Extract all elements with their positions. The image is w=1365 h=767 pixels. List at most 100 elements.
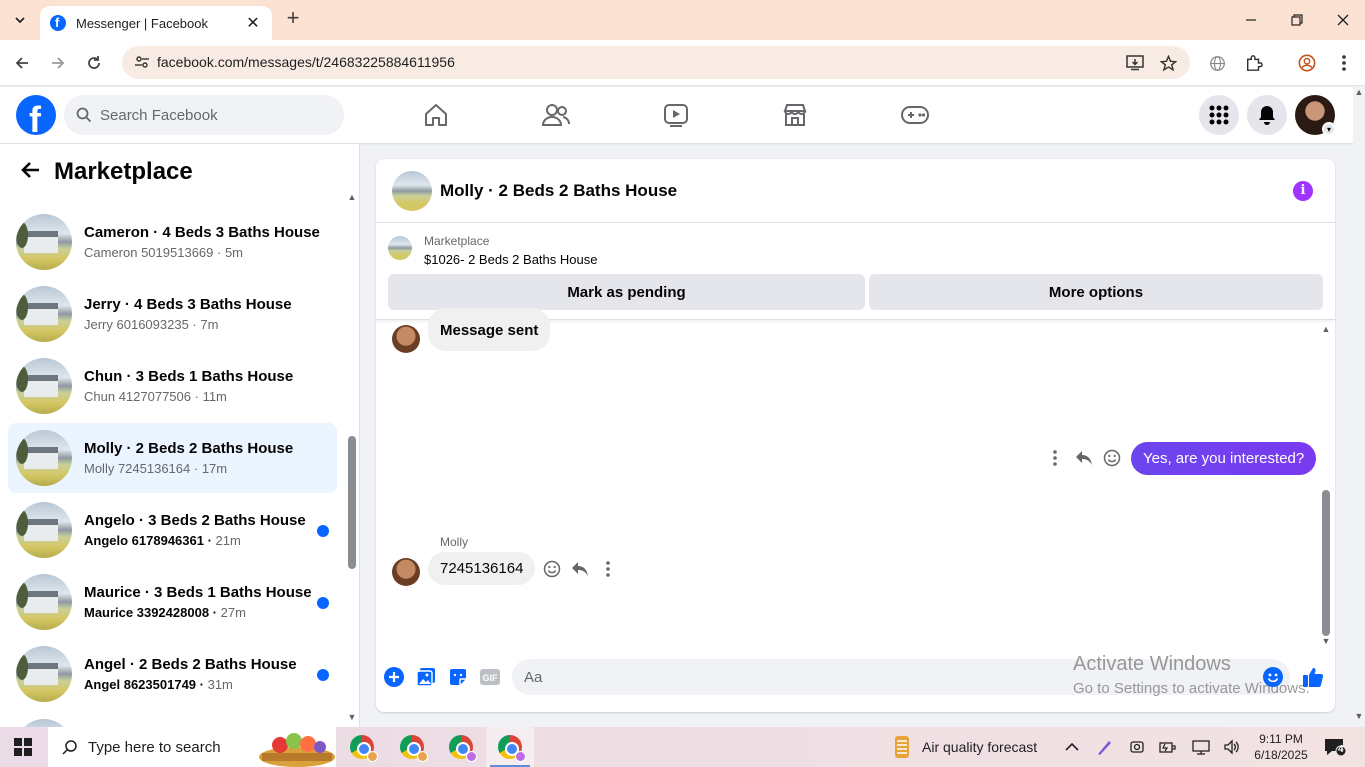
sidebar-scroll-thumb[interactable]: [348, 436, 356, 569]
conversation-item[interactable]: Cameron · 4 Beds 3 Baths House Cameron 5…: [8, 207, 337, 277]
incoming-message-bubble[interactable]: Message sent: [428, 308, 551, 351]
nav-friends[interactable]: [536, 99, 576, 131]
outgoing-message-bubble[interactable]: Yes, are you interested?: [1131, 442, 1317, 475]
sidebar-title: Marketplace: [54, 158, 193, 185]
attach-photo-icon[interactable]: [414, 665, 438, 689]
network-icon[interactable]: [1191, 737, 1211, 757]
minimize-button[interactable]: [1228, 0, 1274, 40]
new-tab-button[interactable]: +: [282, 7, 304, 30]
scroll-down-arrow-icon[interactable]: ▼: [1354, 711, 1364, 721]
more-options-button[interactable]: More options: [869, 274, 1323, 310]
back-arrow-icon[interactable]: [20, 159, 40, 185]
close-window-button[interactable]: [1320, 0, 1365, 40]
conversation-item[interactable]: Jerry · 4 Beds 3 Baths House Jerry 60160…: [8, 279, 337, 349]
browser-tab-messenger[interactable]: Messenger | Facebook ✕: [40, 6, 272, 40]
emoji-picker-icon[interactable]: [1261, 665, 1285, 689]
notification-center-button[interactable]: 4: [1324, 737, 1347, 757]
volume-icon[interactable]: [1222, 737, 1242, 757]
air-quality-text[interactable]: Air quality forecast: [922, 739, 1037, 755]
reply-icon[interactable]: [569, 558, 591, 580]
react-emoji-icon[interactable]: [1101, 447, 1123, 469]
power-plug-icon[interactable]: [1158, 737, 1178, 757]
message-composer: GIF Activate Windows Go to Settings to a…: [376, 653, 1335, 712]
scroll-up-arrow-icon[interactable]: ▲: [1321, 324, 1331, 334]
camera-icon[interactable]: [1127, 737, 1147, 757]
chat-listing-thumbnail[interactable]: [392, 170, 432, 211]
conversation-item-unread[interactable]: Maurice · 3 Beds 1 Baths House Maurice 3…: [8, 567, 337, 637]
pen-icon[interactable]: [1095, 737, 1115, 757]
taskbar-chrome-app-active[interactable]: [486, 727, 534, 767]
conversation-name: Chun · 3 Beds 1 Baths House: [84, 368, 294, 385]
account-chevron-down-icon[interactable]: ▾: [1322, 122, 1336, 136]
scroll-up-arrow-icon[interactable]: ▲: [347, 192, 357, 202]
reload-button[interactable]: [82, 51, 106, 75]
more-actions-plus-icon[interactable]: [382, 665, 406, 689]
back-button[interactable]: [10, 51, 34, 75]
menu-button[interactable]: [1199, 95, 1239, 135]
bookmark-star-icon[interactable]: [1158, 53, 1178, 73]
taskbar-chrome-app[interactable]: [388, 727, 436, 767]
taskbar-clock[interactable]: 9:11 PM 6/18/2025: [1248, 731, 1314, 763]
mark-as-pending-button[interactable]: Mark as pending: [388, 274, 865, 310]
message-input[interactable]: [512, 659, 1290, 695]
nav-video[interactable]: [656, 99, 696, 131]
close-tab-icon[interactable]: ✕: [244, 13, 262, 33]
browser-toolbar: facebook.com/messages/t/2468322588461195…: [0, 40, 1365, 86]
install-app-icon[interactable]: [1125, 53, 1145, 73]
facebook-search-input[interactable]: [100, 106, 320, 124]
taskbar-chrome-app[interactable]: [437, 727, 485, 767]
conversation-time: 27m: [220, 605, 246, 620]
chat-title[interactable]: Molly · 2 Beds 2 Baths House: [440, 181, 677, 201]
conversation-item-active[interactable]: Molly · 2 Beds 2 Baths House Molly 72451…: [8, 423, 337, 493]
facebook-logo-icon[interactable]: f: [16, 95, 56, 140]
scroll-up-arrow-icon[interactable]: ▲: [1354, 87, 1364, 97]
more-vertical-icon[interactable]: [1044, 447, 1066, 469]
site-settings-icon[interactable]: [134, 54, 150, 70]
air-quality-icon[interactable]: [892, 735, 912, 759]
chevron-down-icon: [15, 17, 25, 24]
translate-extension-icon[interactable]: [1206, 52, 1228, 74]
video-icon: [664, 104, 688, 127]
more-vertical-icon[interactable]: [597, 558, 619, 580]
conversation-item-unread[interactable]: Angelo · 3 Beds 2 Baths House Angelo 617…: [8, 495, 337, 565]
notifications-button[interactable]: [1247, 95, 1287, 135]
conversation-item[interactable]: Chun · 3 Beds 1 Baths House Chun 4127077…: [8, 351, 337, 421]
react-emoji-icon[interactable]: [541, 558, 563, 580]
nav-home[interactable]: [416, 99, 456, 131]
chat-scrollbar[interactable]: ▲ ▼: [1319, 324, 1333, 649]
sender-avatar[interactable]: [392, 325, 420, 353]
taskbar-chrome-app[interactable]: [338, 727, 386, 767]
scroll-down-arrow-icon[interactable]: ▼: [1321, 636, 1331, 646]
sender-avatar[interactable]: [392, 558, 420, 586]
restore-button[interactable]: [1274, 0, 1320, 40]
chat-panel: Molly · 2 Beds 2 Baths House i Marketpla…: [376, 159, 1335, 712]
listing-title[interactable]: $1026- 2 Beds 2 Baths House: [424, 252, 597, 267]
conversation-time: 7m: [200, 317, 219, 332]
sidebar-scrollbar[interactable]: ▲ ▼: [345, 192, 359, 727]
page-scrollbar[interactable]: ▲ ▼: [1353, 87, 1365, 727]
gif-icon[interactable]: GIF: [478, 665, 502, 689]
show-hidden-icons-chevron-up-icon[interactable]: [1062, 737, 1082, 757]
forward-button[interactable]: [46, 51, 70, 75]
taskbar-search-placeholder: Type here to search: [88, 738, 221, 756]
facebook-search-box[interactable]: [64, 95, 344, 135]
sticker-icon[interactable]: [446, 665, 470, 689]
taskbar-search-box[interactable]: Type here to search: [48, 727, 336, 767]
chat-scroll-thumb[interactable]: [1322, 490, 1330, 636]
incoming-message-bubble[interactable]: 7245136164: [428, 552, 536, 585]
nav-gaming[interactable]: [895, 99, 935, 131]
address-bar[interactable]: facebook.com/messages/t/2468322588461195…: [122, 46, 1190, 79]
listing-small-thumbnail[interactable]: [388, 236, 412, 260]
browser-menu-icon[interactable]: [1333, 52, 1355, 74]
like-thumbs-up-icon[interactable]: [1301, 665, 1325, 689]
nav-marketplace[interactable]: [775, 99, 815, 131]
gaming-icon: [901, 106, 929, 124]
conversation-item-unread[interactable]: Angel · 2 Beds 2 Baths House Angel 86235…: [8, 639, 337, 709]
tab-search-button[interactable]: [8, 8, 32, 32]
windows-start-icon[interactable]: [14, 738, 32, 756]
extensions-puzzle-icon[interactable]: [1243, 52, 1265, 74]
scroll-down-arrow-icon[interactable]: ▼: [347, 712, 357, 722]
profile-icon[interactable]: [1296, 52, 1318, 74]
reply-icon[interactable]: [1073, 447, 1095, 469]
info-icon[interactable]: i: [1293, 181, 1313, 201]
